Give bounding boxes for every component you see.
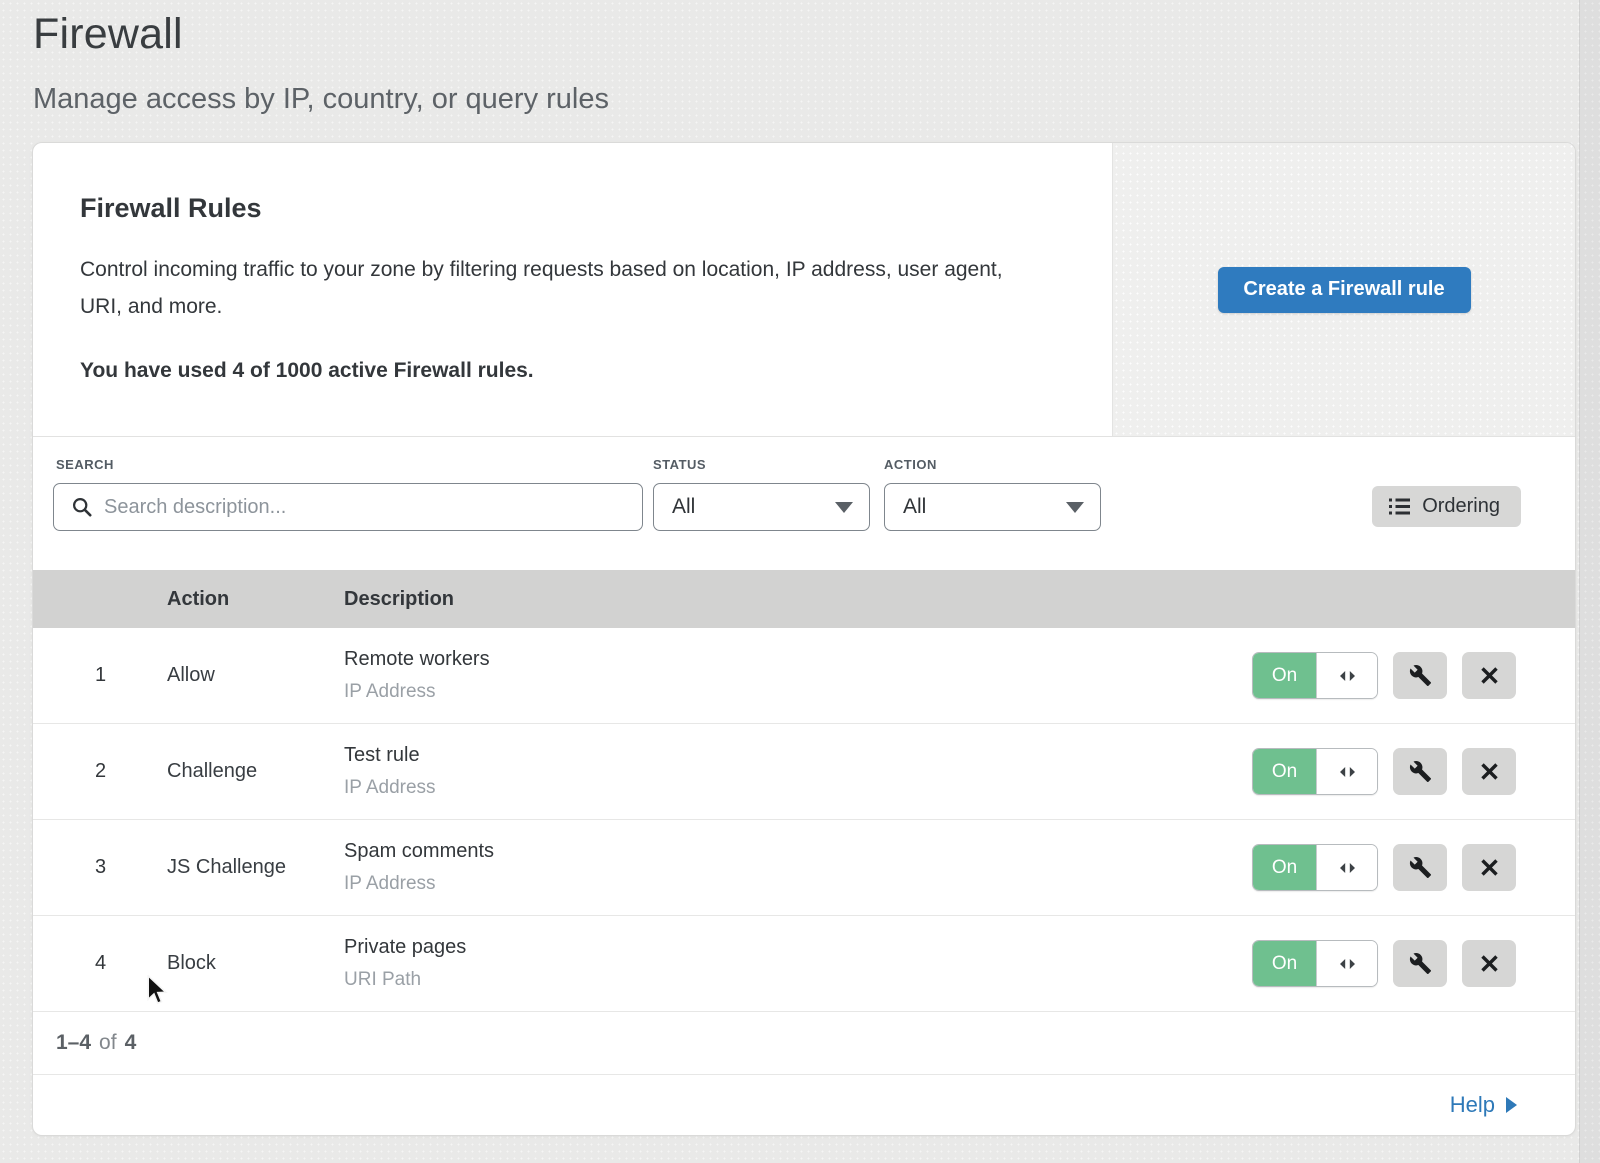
rule-description-cell: Private pages URI Path xyxy=(344,936,1252,991)
delete-rule-button[interactable] xyxy=(1462,844,1516,891)
pagination-bar: 1–4 of 4 xyxy=(33,1012,1575,1075)
pagination-range: 1–4 xyxy=(56,1031,91,1055)
x-icon xyxy=(1480,858,1499,877)
usage-summary: You have used 4 of 1000 active Firewall … xyxy=(80,359,1042,383)
rule-description: Remote workers xyxy=(344,648,1252,671)
list-icon xyxy=(1389,498,1410,515)
section-heading: Firewall Rules xyxy=(80,193,1042,224)
horizontal-arrows-icon xyxy=(1316,653,1377,698)
rules-list: 1 Allow Remote workers IP Address On xyxy=(33,628,1575,1012)
create-rule-panel: Create a Firewall rule xyxy=(1112,143,1575,436)
rule-description: Test rule xyxy=(344,744,1252,767)
help-link-label: Help xyxy=(1450,1092,1495,1118)
toggle-on-label: On xyxy=(1253,941,1316,986)
wrench-icon xyxy=(1409,952,1432,975)
page-header: Firewall Manage access by IP, country, o… xyxy=(0,0,1600,116)
edit-rule-button[interactable] xyxy=(1393,652,1447,699)
rule-enabled-toggle[interactable]: On xyxy=(1252,940,1378,987)
pagination-of: of xyxy=(99,1031,117,1055)
action-selected-value: All xyxy=(903,495,926,519)
wrench-icon xyxy=(1409,856,1432,879)
create-firewall-rule-button[interactable]: Create a Firewall rule xyxy=(1218,267,1471,313)
row-controls: On xyxy=(1252,940,1575,987)
table-row: 1 Allow Remote workers IP Address On xyxy=(33,628,1575,724)
horizontal-arrows-icon xyxy=(1316,845,1377,890)
rule-priority: 1 xyxy=(33,664,141,687)
row-controls: On xyxy=(1252,844,1575,891)
chevron-down-icon xyxy=(835,502,853,513)
search-icon xyxy=(72,497,92,517)
rule-action: Challenge xyxy=(141,760,344,783)
x-icon xyxy=(1480,762,1499,781)
rule-description: Private pages xyxy=(344,936,1252,959)
rule-enabled-toggle[interactable]: On xyxy=(1252,748,1378,795)
table-row: 3 JS Challenge Spam comments IP Address … xyxy=(33,820,1575,916)
wrench-icon xyxy=(1409,664,1432,687)
section-description: Control incoming traffic to your zone by… xyxy=(80,251,1030,325)
intro-text-block: Firewall Rules Control incoming traffic … xyxy=(33,143,1112,436)
column-header-action: Action xyxy=(167,588,344,611)
row-controls: On xyxy=(1252,652,1575,699)
toggle-on-label: On xyxy=(1253,749,1316,794)
search-label: SEARCH xyxy=(56,457,114,472)
rule-match-field: URI Path xyxy=(344,969,1252,991)
rule-match-field: IP Address xyxy=(344,873,1252,895)
help-link[interactable]: Help xyxy=(1450,1092,1517,1118)
column-header-description: Description xyxy=(344,588,1575,611)
status-label: STATUS xyxy=(653,457,706,472)
page-title: Firewall xyxy=(33,10,1600,59)
filters-bar: SEARCH STATUS All ACTION All Ordering xyxy=(33,437,1575,570)
arrow-right-icon xyxy=(1506,1097,1517,1113)
rule-description-cell: Test rule IP Address xyxy=(344,744,1252,799)
table-header-row: Action Description xyxy=(33,570,1575,628)
ordering-button-label: Ordering xyxy=(1422,495,1500,518)
table-row: 2 Challenge Test rule IP Address On xyxy=(33,724,1575,820)
rule-description-cell: Spam comments IP Address xyxy=(344,840,1252,895)
action-label: ACTION xyxy=(884,457,937,472)
edit-rule-button[interactable] xyxy=(1393,844,1447,891)
rule-enabled-toggle[interactable]: On xyxy=(1252,652,1378,699)
search-input[interactable] xyxy=(104,496,628,519)
rule-enabled-toggle[interactable]: On xyxy=(1252,844,1378,891)
rule-action: Allow xyxy=(141,664,344,687)
search-box xyxy=(53,483,643,531)
rule-description: Spam comments xyxy=(344,840,1252,863)
edit-rule-button[interactable] xyxy=(1393,748,1447,795)
pagination-total: 4 xyxy=(125,1031,137,1055)
intro-section: Firewall Rules Control incoming traffic … xyxy=(33,143,1575,437)
x-icon xyxy=(1480,666,1499,685)
rule-priority: 2 xyxy=(33,760,141,783)
rule-action: Block xyxy=(141,952,344,975)
toggle-on-label: On xyxy=(1253,653,1316,698)
ordering-button[interactable]: Ordering xyxy=(1372,486,1521,527)
wrench-icon xyxy=(1409,760,1432,783)
table-row: 4 Block Private pages URI Path On xyxy=(33,916,1575,1012)
rule-match-field: IP Address xyxy=(344,681,1252,703)
status-selected-value: All xyxy=(672,495,695,519)
chevron-down-icon xyxy=(1066,502,1084,513)
rule-priority: 3 xyxy=(33,856,141,879)
scrollbar-track[interactable] xyxy=(1579,0,1600,1163)
firewall-rules-card: Firewall Rules Control incoming traffic … xyxy=(33,143,1575,1135)
x-icon xyxy=(1480,954,1499,973)
edit-rule-button[interactable] xyxy=(1393,940,1447,987)
action-select[interactable]: All xyxy=(884,483,1101,531)
delete-rule-button[interactable] xyxy=(1462,940,1516,987)
horizontal-arrows-icon xyxy=(1316,941,1377,986)
rule-priority: 4 xyxy=(33,952,141,975)
page-subtitle: Manage access by IP, country, or query r… xyxy=(33,83,1600,116)
horizontal-arrows-icon xyxy=(1316,749,1377,794)
row-controls: On xyxy=(1252,748,1575,795)
rule-action: JS Challenge xyxy=(141,856,344,879)
toggle-on-label: On xyxy=(1253,845,1316,890)
status-select[interactable]: All xyxy=(653,483,870,531)
rule-match-field: IP Address xyxy=(344,777,1252,799)
card-footer: Help xyxy=(33,1075,1575,1135)
delete-rule-button[interactable] xyxy=(1462,652,1516,699)
rule-description-cell: Remote workers IP Address xyxy=(344,648,1252,703)
delete-rule-button[interactable] xyxy=(1462,748,1516,795)
